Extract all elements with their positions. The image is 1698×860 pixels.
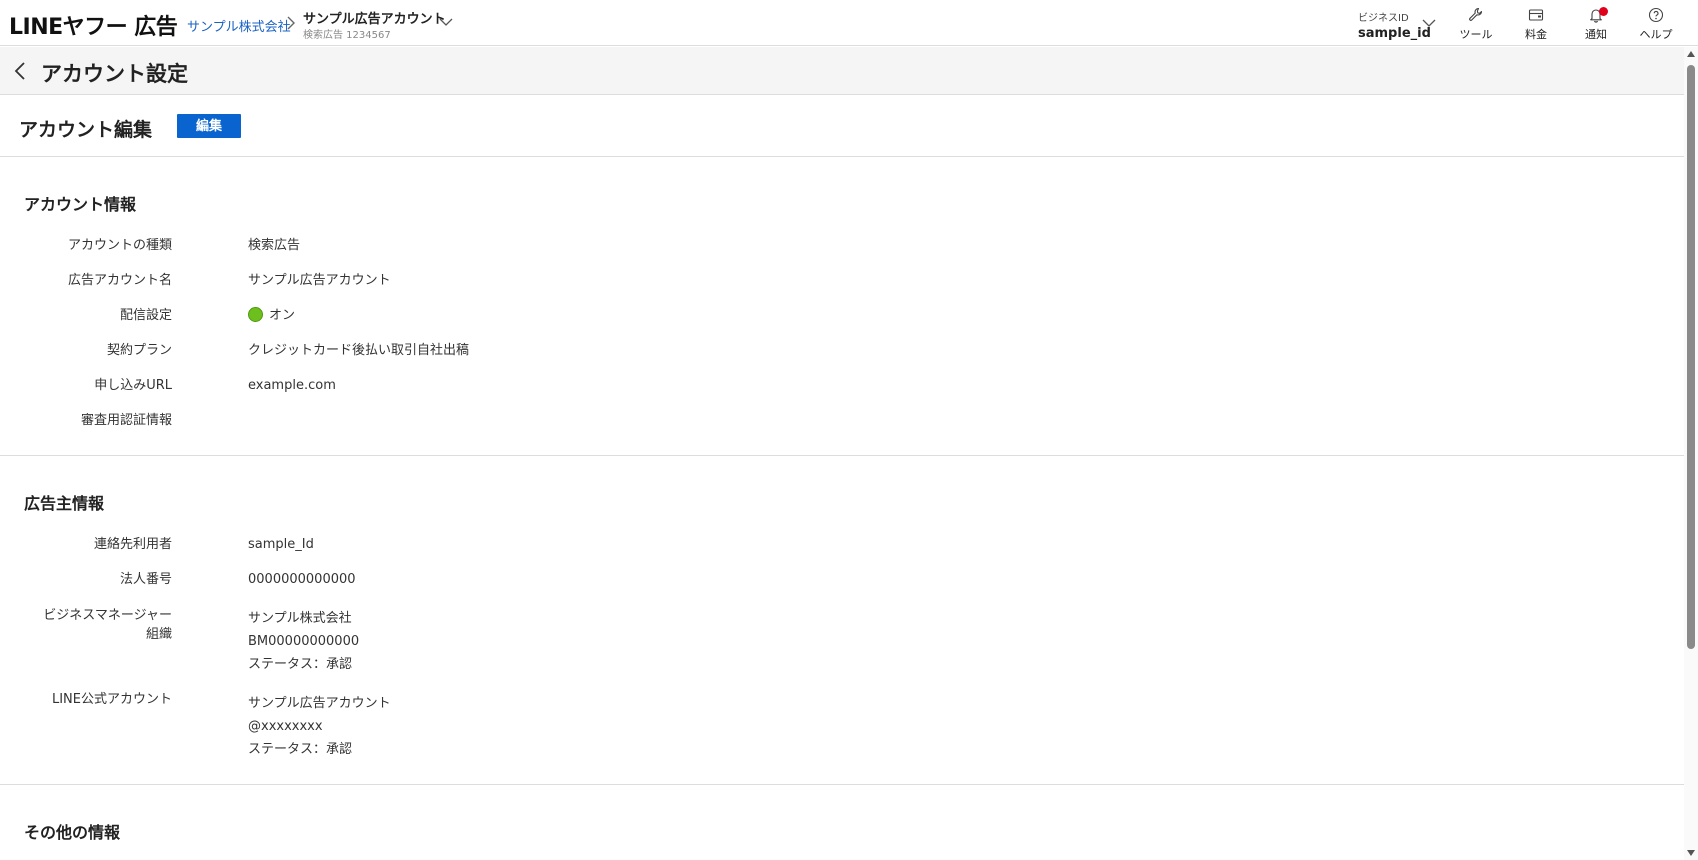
section-title: その他の情報	[24, 823, 121, 842]
scroll-down-arrow-icon[interactable]	[1687, 850, 1695, 856]
row-value: クレジットカード後払い取引自社出稿	[248, 343, 470, 358]
row-label: 広告アカウント名	[67, 273, 172, 288]
account-edit-title: アカウント編集	[19, 119, 153, 141]
row-label: 申し込みURL	[94, 378, 172, 393]
chevron-right-icon	[287, 16, 295, 30]
wallet-icon	[1528, 9, 1544, 21]
row-label: 連絡先利用者	[93, 537, 172, 552]
row-label: 組織	[145, 627, 172, 642]
other-info-section: その他の情報	[0, 785, 1684, 860]
nav-billing-label: 料金	[1525, 28, 1547, 41]
row-value: 0000000000000	[248, 572, 356, 587]
row-label: アカウントの種類	[67, 238, 172, 253]
section-title: 広告主情報	[24, 494, 105, 513]
nav-tools-label: ツール	[1459, 28, 1493, 41]
top-header: LINEヤフー 広告 サンプル株式会社 サンプル広告アカウント 検索広告 123…	[0, 0, 1698, 46]
page-title: アカウント設定	[41, 62, 188, 86]
nav-notifications[interactable]: 通知	[1571, 7, 1621, 42]
page-title-bar: アカウント設定	[0, 47, 1684, 95]
row-value: BM00000000000	[248, 634, 360, 649]
breadcrumb-company-link[interactable]: サンプル株式会社	[187, 16, 291, 35]
nav-tools[interactable]: ツール	[1451, 7, 1501, 42]
row-value: example.com	[248, 378, 336, 393]
edit-button[interactable]: 編集	[177, 114, 241, 138]
row-label: 法人番号	[119, 572, 172, 587]
row-label: 配信設定	[119, 308, 172, 323]
row-value: 検索広告	[248, 238, 301, 253]
notification-badge	[1599, 7, 1608, 16]
row-value: sample_Id	[248, 537, 314, 552]
nav-notifications-label: 通知	[1585, 28, 1607, 41]
chevron-down-icon[interactable]	[1422, 18, 1436, 28]
business-id-value: sample_id	[1358, 26, 1431, 41]
help-icon	[1648, 7, 1664, 23]
wrench-icon	[1469, 7, 1483, 21]
chevron-down-icon[interactable]	[439, 17, 453, 27]
account-edit-header: アカウント編集 編集	[0, 96, 1684, 157]
delivery-status-text: オン	[269, 308, 296, 323]
row-value: ステータス：承認	[248, 742, 353, 757]
advertiser-info-section: 広告主情報 連絡先利用者 sample_Id 法人番号 000000000000…	[0, 456, 1684, 785]
row-value: サンプル株式会社	[248, 611, 352, 626]
scrollbar-thumb[interactable]	[1687, 65, 1695, 649]
row-label: LINE公式アカウント	[51, 692, 172, 707]
nav-billing[interactable]: 料金	[1511, 7, 1561, 42]
app-logo[interactable]: LINEヤフー 広告	[9, 9, 178, 41]
row-label: 審査用認証情報	[80, 413, 172, 428]
account-name: サンプル広告アカウント	[303, 12, 446, 27]
account-subtitle: 検索広告 1234567	[303, 30, 391, 41]
section-title: アカウント情報	[24, 195, 137, 214]
account-info-section: アカウント情報 アカウントの種類 検索広告 広告アカウント名 サンプル広告アカウ…	[0, 157, 1684, 456]
status-on-indicator	[248, 307, 263, 322]
row-label: 契約プラン	[106, 343, 172, 358]
scroll-up-arrow-icon[interactable]	[1687, 51, 1695, 57]
nav-help[interactable]: ヘルプ	[1631, 7, 1681, 42]
row-value: サンプル広告アカウント	[248, 696, 391, 711]
row-value: サンプル広告アカウント	[248, 273, 391, 288]
row-value: ステータス：承認	[248, 657, 353, 672]
row-label: ビジネスマネージャー	[43, 608, 172, 623]
back-arrow-icon[interactable]	[12, 61, 28, 81]
delivery-status: オン	[248, 304, 295, 327]
row-value: @xxxxxxxx	[248, 719, 323, 734]
vertical-scrollbar[interactable]	[1684, 47, 1698, 860]
nav-help-label: ヘルプ	[1639, 28, 1673, 41]
